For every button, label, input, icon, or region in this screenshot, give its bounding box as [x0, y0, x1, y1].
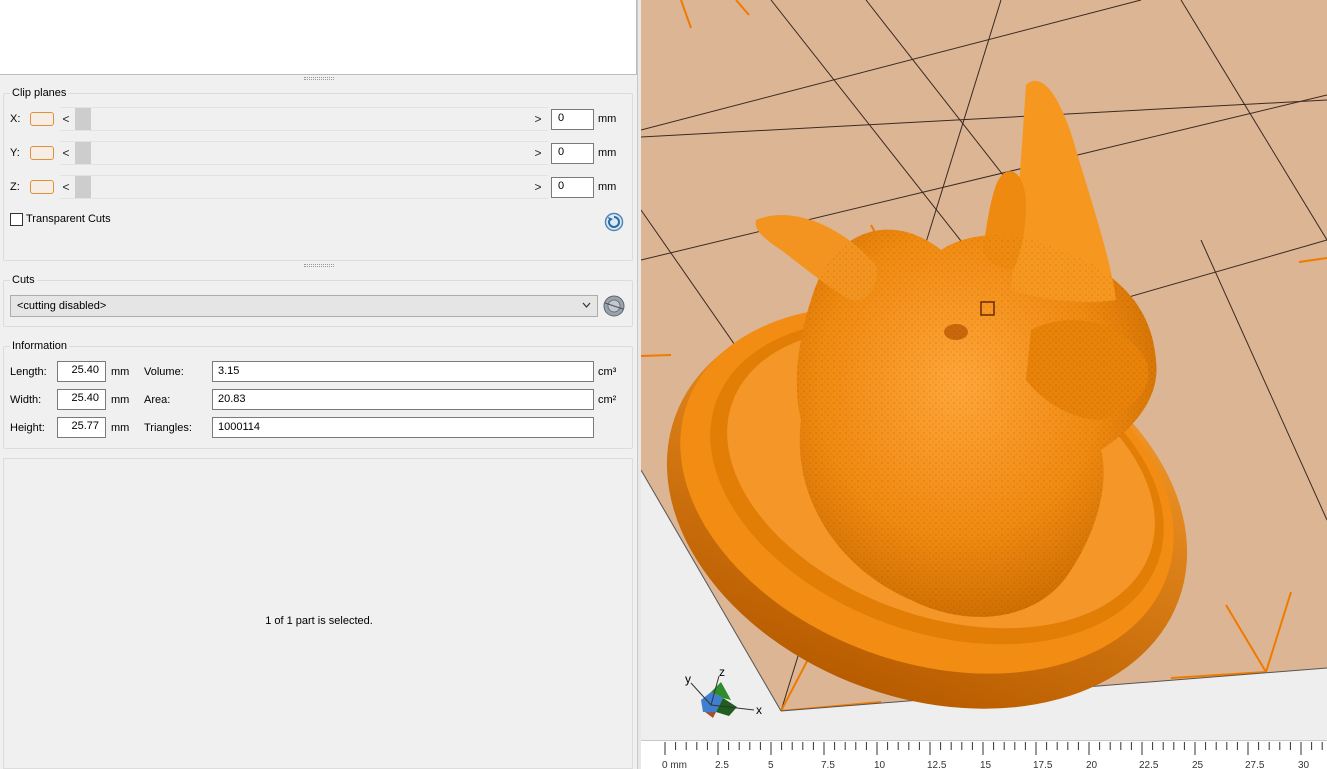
3d-viewport[interactable]: y z x 0 mm 2.5 5 7.5 10 12.5 15 17.5 20 22.5 25 27.… [641, 0, 1327, 769]
area-field: 20.83 [212, 389, 594, 410]
transparent-cuts-label: Transparent Cuts [26, 213, 111, 225]
ruler-label: 17.5 [1033, 760, 1053, 769]
width-label: Width: [10, 394, 42, 406]
chevron-down-icon [582, 299, 591, 314]
transparent-cuts-checkbox[interactable] [10, 213, 23, 226]
clip-x-label: X: [10, 113, 21, 125]
clip-y-slider[interactable] [60, 141, 548, 165]
clip-z-right-arrow[interactable]: > [534, 180, 542, 194]
clip-z-slider-thumb[interactable] [75, 176, 91, 198]
clip-x-toggle-button[interactable] [30, 112, 54, 126]
clip-x-input[interactable]: 0 [551, 109, 594, 130]
volume-unit: cm³ [598, 366, 617, 378]
clip-y-slider-thumb[interactable] [75, 142, 91, 164]
clip-z-slider[interactable] [60, 175, 548, 199]
ruler-label: 30 [1298, 760, 1310, 769]
triangles-field: 1000114 [212, 417, 594, 438]
cuts-title: Cuts [10, 274, 37, 286]
ruler-label: 2.5 [715, 760, 729, 769]
clip-x-slider[interactable] [60, 107, 548, 131]
length-field: 25.40 [57, 361, 106, 382]
volume-field: 3.15 [212, 361, 594, 382]
cuts-select-value: <cutting disabled> [17, 300, 107, 312]
clip-y-right-arrow[interactable]: > [534, 146, 542, 160]
length-unit: mm [111, 366, 130, 378]
cut-tool-icon[interactable] [602, 294, 626, 318]
axis-label-y: y [685, 672, 691, 686]
ruler-label: 0 mm [662, 760, 687, 769]
selection-status-text: 1 of 1 part is selected. [265, 615, 373, 627]
ruler-label: 12.5 [927, 760, 947, 769]
ruler-label: 25 [1192, 760, 1204, 769]
clip-x-left-arrow[interactable]: < [62, 112, 70, 126]
clip-x-slider-thumb[interactable] [75, 108, 91, 130]
triangles-label: Triangles: [144, 422, 192, 434]
splitter-grip-2[interactable] [304, 264, 334, 267]
ruler-label: 15 [980, 760, 992, 769]
width-field: 25.40 [57, 389, 106, 410]
ruler-label: 5 [768, 760, 774, 769]
clip-y-input[interactable]: 0 [551, 143, 594, 164]
ruler-label: 22.5 [1139, 760, 1159, 769]
height-field: 25.77 [57, 417, 106, 438]
cuts-select[interactable]: <cutting disabled> [10, 295, 598, 317]
ruler-label: 27.5 [1245, 760, 1265, 769]
width-unit: mm [111, 394, 130, 406]
clip-z-left-arrow[interactable]: < [62, 180, 70, 194]
clip-y-toggle-button[interactable] [30, 146, 54, 160]
length-label: Length: [10, 366, 47, 378]
clip-z-label: Z: [10, 181, 20, 193]
clip-y-left-arrow[interactable]: < [62, 146, 70, 160]
clip-z-toggle-button[interactable] [30, 180, 54, 194]
splitter-grip[interactable] [304, 77, 334, 80]
clip-y-unit: mm [598, 147, 617, 159]
area-unit: cm² [598, 394, 617, 406]
clip-y-label: Y: [10, 147, 20, 159]
ruler-ticks [664, 742, 1323, 755]
ruler-label: 7.5 [821, 760, 835, 769]
viewport-canvas[interactable] [641, 0, 1327, 769]
clip-planes-title: Clip planes [10, 87, 69, 99]
clip-z-input[interactable]: 0 [551, 177, 594, 198]
clip-z-unit: mm [598, 181, 617, 193]
clip-x-unit: mm [598, 113, 617, 125]
reset-icon[interactable] [604, 212, 624, 232]
axis-label-x: x [756, 703, 762, 717]
volume-label: Volume: [144, 366, 184, 378]
information-title: Information [10, 340, 70, 352]
height-unit: mm [111, 422, 130, 434]
area-label: Area: [144, 394, 171, 406]
ruler-label: 20 [1086, 760, 1098, 769]
height-label: Height: [10, 422, 45, 434]
ruler-label: 10 [874, 760, 886, 769]
axis-label-z: z [719, 665, 725, 679]
status-area: 1 of 1 part is selected. [3, 458, 633, 769]
properties-panel: Clip planes X: < > 0 mm Y: < > 0 mm Z: <… [0, 0, 640, 769]
scale-ruler: 0 mm 2.5 5 7.5 10 12.5 15 17.5 20 22.5 25 27.5 30 [641, 740, 1327, 769]
object-list-area[interactable] [0, 0, 637, 75]
clip-x-right-arrow[interactable]: > [534, 112, 542, 126]
